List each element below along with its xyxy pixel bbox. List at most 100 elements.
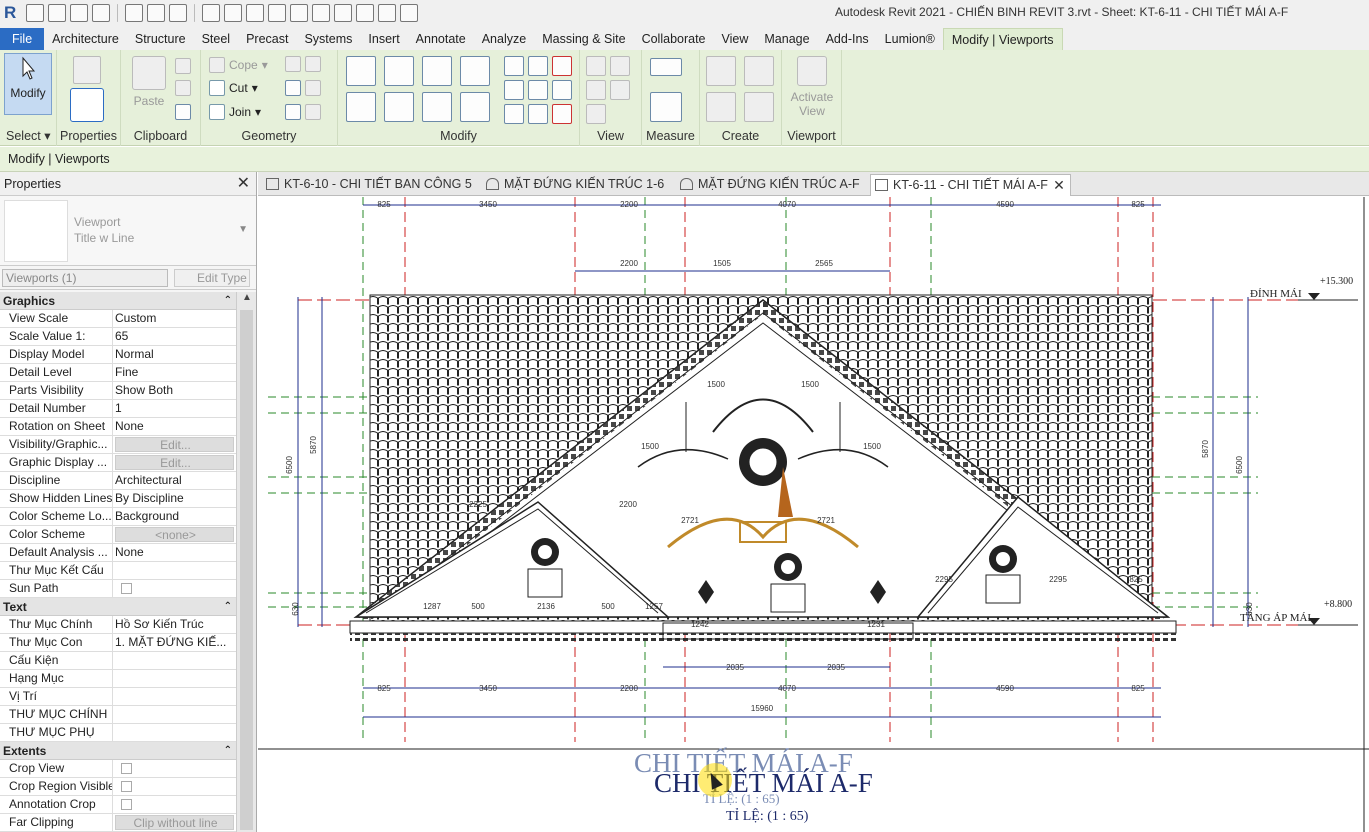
sync-icon[interactable] [92,4,110,22]
tab-view[interactable]: View [714,28,757,50]
tab-systems[interactable]: Systems [296,28,360,50]
mirror-draw-axis-icon[interactable] [460,56,490,86]
property-checkbox[interactable] [113,760,236,777]
rotate-icon[interactable] [422,92,452,122]
open-icon[interactable] [48,4,66,22]
view-tool-icon[interactable] [586,104,606,124]
tab-add-ins[interactable]: Add-Ins [818,28,877,50]
3d-view-icon[interactable] [290,4,308,22]
property-value[interactable]: Hồ Sơ Kiến Trúc [113,616,236,633]
measure-between-icon[interactable] [650,58,682,76]
property-value[interactable]: Custom [113,310,236,327]
cope-button[interactable]: Cope ▾ [209,57,268,73]
geometry-tool-icon[interactable] [305,56,321,72]
delete-icon[interactable] [552,104,572,124]
view-tab-kt-6-11[interactable]: KT-6-11 - CHI TIẾT MÁI A-F ✕ [870,174,1071,196]
copy-to-clipboard-icon[interactable] [175,80,191,96]
select-dropdown[interactable]: Select ▾ [0,128,56,143]
checkbox-icon[interactable] [121,763,132,774]
text-icon[interactable] [268,4,286,22]
offset-icon[interactable] [384,56,414,86]
properties-icon[interactable] [73,56,101,84]
view-tool-icon[interactable] [610,80,630,100]
tag-icon[interactable] [246,4,264,22]
aligned-dimension-icon[interactable] [224,4,242,22]
tab-architecture[interactable]: Architecture [44,28,127,50]
type-selector[interactable]: Viewport Title w Line ▼ [0,196,256,266]
property-value[interactable]: Edit... [115,437,234,452]
geometry-tool-icon[interactable] [305,80,321,96]
view-tab-elevation-a-f[interactable]: MẶT ĐỨNG KIẾN TRÚC A-F [676,174,860,196]
tab-file[interactable]: File [0,28,45,50]
create-parts-icon[interactable] [744,56,774,86]
property-group-header[interactable]: Text ⌃ [0,598,236,616]
geometry-tool-icon[interactable] [285,56,301,72]
section-icon[interactable] [312,4,330,22]
property-group-header[interactable]: Graphics ⌃ [0,292,236,310]
trim-extend-icon[interactable] [460,92,490,122]
property-value[interactable]: None [113,544,236,561]
cut-to-clipboard-icon[interactable] [175,58,191,74]
close-tab-icon[interactable]: ✕ [1053,175,1065,195]
close-icon[interactable]: ✕ [237,172,250,196]
properties-scrollbar[interactable]: ▲ [236,292,256,832]
trim-multiple-icon[interactable] [528,104,548,124]
move-icon[interactable] [346,92,376,122]
tab-insert[interactable]: Insert [360,28,407,50]
tab-lumion[interactable]: Lumion® [877,28,943,50]
property-value[interactable] [113,724,236,741]
geometry-tool-icon[interactable] [285,104,301,120]
property-value[interactable]: Edit... [115,455,234,470]
view-tab-kt-6-10[interactable]: KT-6-10 - CHI TIẾT BAN CÔNG 5 [262,174,472,196]
trim-single-icon[interactable] [504,104,524,124]
tab-collaborate[interactable]: Collaborate [634,28,714,50]
property-value[interactable]: <none> [115,527,234,542]
redo-icon[interactable] [147,4,165,22]
property-value[interactable]: Normal [113,346,236,363]
property-value[interactable]: 1. MẶT ĐỨNG KIẾ... [113,634,236,651]
property-value[interactable]: Fine [113,364,236,381]
drawing-canvas[interactable]: 825 3450 2200 4070 4590 825 2200 1505 2565 825 345… [258,197,1369,832]
property-value[interactable]: 65 [113,328,236,345]
hide-in-view-icon[interactable] [586,56,606,76]
view-tab-elevation-1-6[interactable]: MẶT ĐỨNG KIẾN TRÚC 1-6 [482,174,664,196]
tab-massing-site[interactable]: Massing & Site [534,28,633,50]
properties-label[interactable]: Properties [57,129,120,143]
tab-steel[interactable]: Steel [194,28,239,50]
scale-icon[interactable] [528,80,548,100]
match-type-icon[interactable] [175,104,191,120]
aligned-dimension-tool-icon[interactable] [650,92,682,122]
mirror-pick-axis-icon[interactable] [422,56,452,86]
print-icon[interactable] [169,4,187,22]
join-button[interactable]: Join ▾ [209,104,261,120]
property-value[interactable]: Show Both [113,382,236,399]
property-checkbox[interactable] [113,580,236,597]
property-value[interactable]: By Discipline [113,490,236,507]
align-icon[interactable] [346,56,376,86]
property-value[interactable] [113,562,236,579]
measure-icon[interactable] [202,4,220,22]
property-value[interactable]: Clip without line [115,815,234,830]
create-group-icon[interactable] [706,92,736,122]
roof-elevation-drawing[interactable]: 825 3450 2200 4070 4590 825 2200 1505 2565 825 345… [258,197,1369,832]
collapse-icon[interactable]: ⌃ [224,742,232,760]
tab-annotate[interactable]: Annotate [408,28,474,50]
type-properties-button[interactable] [67,88,107,126]
split-with-gap-icon[interactable] [528,56,548,76]
property-group-header[interactable]: Extents ⌃ [0,742,236,760]
collapse-icon[interactable]: ⌃ [224,292,232,310]
property-value[interactable] [113,652,236,669]
checkbox-icon[interactable] [121,781,132,792]
split-element-icon[interactable] [504,56,524,76]
tab-precast[interactable]: Precast [238,28,296,50]
modify-button[interactable]: Modify [4,53,52,115]
linework-icon[interactable] [586,80,606,100]
scrollbar-thumb[interactable] [240,310,253,830]
override-graphics-icon[interactable] [610,56,630,76]
home-icon[interactable] [26,4,44,22]
cut-button[interactable]: Cut ▾ [209,80,258,96]
property-value[interactable] [113,688,236,705]
property-value[interactable]: Architectural [113,472,236,489]
chevron-down-icon[interactable]: ▼ [238,224,248,235]
instance-filter-select[interactable]: Viewports (1) [2,269,168,287]
